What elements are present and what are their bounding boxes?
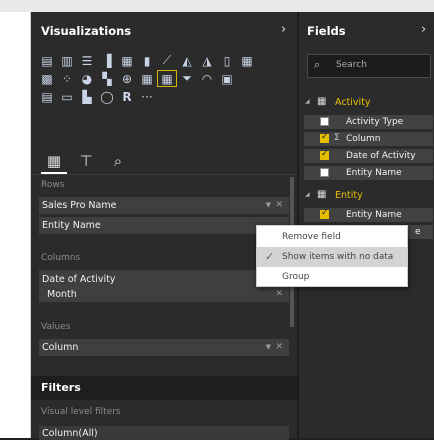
- field-label: Entity Name: [346, 210, 402, 220]
- values-item-label: Column: [42, 342, 79, 353]
- slicer-icon[interactable]: ▙: [77, 88, 97, 105]
- filter-card-label: Column(All): [42, 428, 98, 439]
- line-chart-icon[interactable]: ⟋: [157, 52, 177, 69]
- table-name: Entity: [335, 190, 363, 201]
- rows-well-item[interactable]: Sales Pro Name ▼ ✕: [39, 197, 289, 214]
- table-icon: ▦: [317, 189, 327, 200]
- globe-map-icon[interactable]: ⊕: [117, 70, 137, 87]
- ribbon-chart-icon[interactable]: ▩: [37, 70, 57, 87]
- area-chart-icon[interactable]: ◭: [177, 52, 197, 69]
- chevron-down-icon[interactable]: ▼: [266, 343, 271, 351]
- more-icon[interactable]: ···: [137, 88, 157, 105]
- fields-title: Fields: [307, 24, 346, 38]
- checkmark-icon: ✓: [265, 250, 275, 263]
- clustered-bar-icon[interactable]: ☰: [77, 52, 97, 69]
- close-icon[interactable]: ✕: [275, 342, 283, 352]
- gauge-icon[interactable]: ◠: [197, 70, 217, 87]
- collapse-triangle-icon[interactable]: ◢: [305, 98, 310, 105]
- clustered-column-icon[interactable]: ▐: [97, 52, 117, 69]
- menu-item-show-items-no-data[interactable]: ✓ Show items with no data: [257, 247, 407, 267]
- visual-icons-row-2: ▩ ⁘ ◕ ▚ ⊕ ▦ ▦ ⏷ ◠ ▣: [37, 70, 237, 87]
- visual-icons-row-1: ▤ ▥ ☰ ▐ ▦ ▮ ⟋ ◭ ◮ ▯ ▦: [37, 52, 257, 69]
- columns-item-label: Date of Activity: [42, 274, 116, 285]
- values-label: Values: [41, 322, 71, 332]
- close-icon[interactable]: ✕: [275, 289, 283, 299]
- 100-column-icon[interactable]: ▮: [137, 52, 157, 69]
- visualizations-title: Visualizations: [41, 24, 132, 38]
- r-visual-icon[interactable]: R: [117, 88, 137, 105]
- 100-bar-icon[interactable]: ▦: [117, 52, 137, 69]
- checkbox[interactable]: [320, 132, 329, 143]
- table-name: Activity: [335, 97, 371, 108]
- multi-row-card-icon[interactable]: ▤: [37, 88, 57, 105]
- chevron-down-icon[interactable]: ▼: [266, 201, 271, 209]
- field-label: Activity Type: [346, 117, 404, 127]
- card-icon[interactable]: ▣: [217, 70, 237, 87]
- rows-item-label: Entity Name: [42, 220, 101, 231]
- columns-well-item[interactable]: Date of Activity Month ✕: [39, 270, 289, 302]
- table-icon[interactable]: ▦: [137, 70, 157, 87]
- matrix-icon[interactable]: ▦: [157, 70, 177, 87]
- search-icon: ⌕: [314, 58, 321, 71]
- rows-item-label: Sales Pro Name: [42, 200, 117, 211]
- filters-title: Filters: [41, 381, 81, 394]
- field-row[interactable]: Entity Name: [304, 166, 433, 180]
- sigma-icon: Σ: [334, 133, 340, 143]
- values-well-item[interactable]: Column ▼ ✕: [39, 339, 289, 356]
- kpi-icon[interactable]: ▭: [57, 88, 77, 105]
- top-strip: [0, 0, 434, 12]
- funnel-icon[interactable]: ⏷: [177, 70, 197, 87]
- menu-item-label: Show items with no data: [282, 252, 394, 262]
- pane-tools: ▦ ⊤ ⌕: [41, 150, 131, 174]
- filters-header: Filters: [31, 376, 297, 400]
- collapse-visualizations-icon[interactable]: ›: [281, 22, 286, 37]
- menu-item-remove-field[interactable]: Remove field: [257, 227, 407, 247]
- field-label: Column: [346, 134, 381, 144]
- checkbox[interactable]: [320, 168, 329, 177]
- report-canvas[interactable]: [0, 12, 31, 438]
- menu-item-label: Group: [282, 272, 310, 282]
- field-row[interactable]: Date of Activity: [304, 149, 433, 163]
- stacked-column-icon[interactable]: ▥: [57, 52, 77, 69]
- columns-subitem-label: Month: [47, 289, 77, 300]
- search-input[interactable]: ⌕ Search: [307, 54, 431, 78]
- field-row[interactable]: Activity Type: [304, 115, 433, 129]
- stacked-bar-icon[interactable]: ▤: [37, 52, 57, 69]
- fields-tool-icon[interactable]: ▦: [41, 150, 67, 174]
- visual-filters-label: Visual level filters: [41, 407, 121, 417]
- visual-icons-row-3: ▤ ▭ ▙ ◯ R ···: [37, 88, 157, 105]
- columns-label: Columns: [41, 253, 81, 263]
- field-row[interactable]: Σ Column: [304, 132, 433, 146]
- format-paint-icon[interactable]: ⊤: [73, 150, 99, 172]
- donut-icon[interactable]: ◯: [97, 88, 117, 105]
- menu-item-label: Remove field: [282, 232, 341, 242]
- scatter-icon[interactable]: ⁘: [57, 70, 77, 87]
- line-column-icon[interactable]: ▯: [217, 52, 237, 69]
- collapse-fields-icon[interactable]: ›: [421, 22, 426, 37]
- stacked-area-icon[interactable]: ◮: [197, 52, 217, 69]
- divider: [31, 174, 297, 175]
- menu-item-group[interactable]: Group: [257, 267, 407, 287]
- analytics-icon[interactable]: ⌕: [105, 150, 131, 172]
- field-label: Entity Name: [346, 168, 402, 178]
- checkbox[interactable]: [320, 208, 329, 219]
- field-label: Date of Activity: [346, 151, 416, 161]
- treemap-icon[interactable]: ▚: [97, 70, 117, 87]
- field-row[interactable]: Entity Name: [304, 208, 433, 222]
- table-icon: ▦: [317, 96, 327, 107]
- close-icon[interactable]: ✕: [275, 200, 283, 210]
- field-label: e: [415, 227, 421, 237]
- rows-label: Rows: [41, 180, 65, 190]
- collapse-triangle-icon[interactable]: ◢: [305, 191, 310, 198]
- checkbox[interactable]: [320, 117, 329, 126]
- line-stacked-column-icon[interactable]: ▦: [237, 52, 257, 69]
- search-placeholder: Search: [336, 60, 367, 70]
- context-menu: Remove field ✓ Show items with no data G…: [256, 225, 408, 287]
- checkbox[interactable]: [320, 149, 329, 160]
- pie-chart-icon[interactable]: ◕: [77, 70, 97, 87]
- rows-well-item[interactable]: Entity Name: [39, 217, 289, 234]
